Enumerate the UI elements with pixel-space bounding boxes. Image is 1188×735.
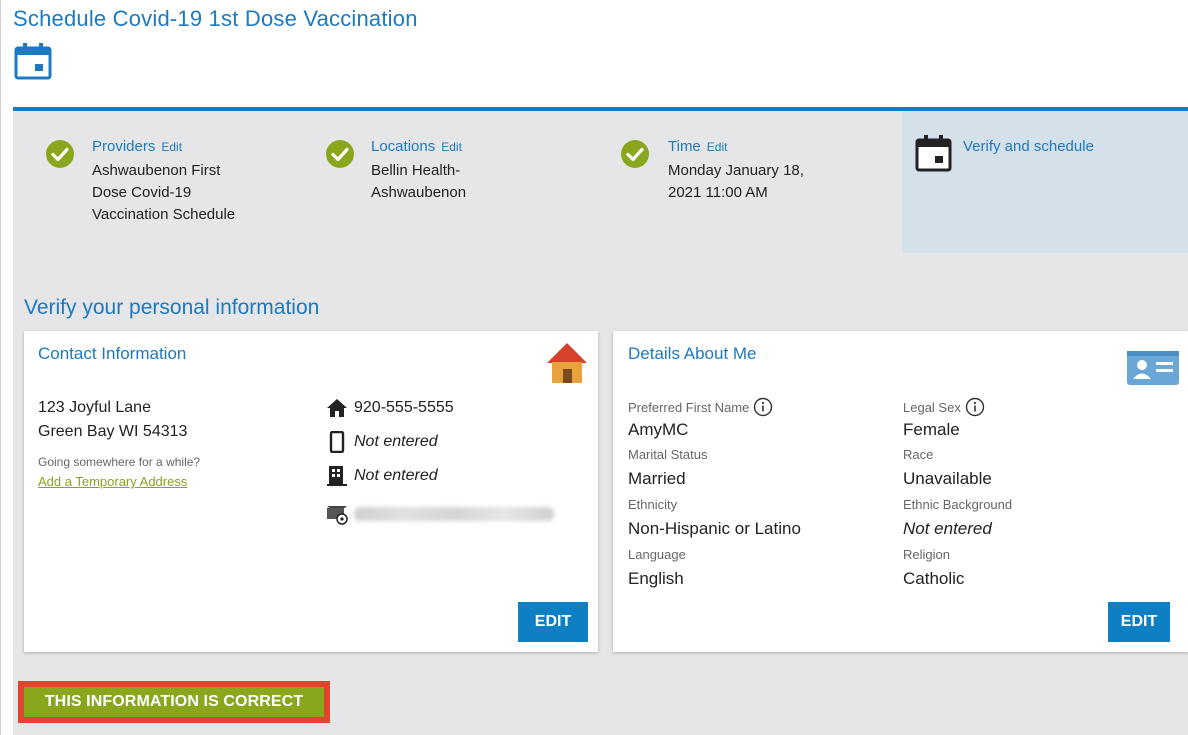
mobile-phone-row: Not entered xyxy=(326,431,438,453)
mobile-phone-icon xyxy=(329,431,345,453)
religion: Catholic xyxy=(903,569,965,588)
legal-sex-label: Legal Sex xyxy=(903,397,985,417)
checkmark-circle-icon xyxy=(621,140,649,168)
marital-status: Married xyxy=(628,469,686,488)
legal-sex: Female xyxy=(903,420,960,439)
email-redacted xyxy=(354,507,554,521)
preferred-first-name-label: Preferred First Name xyxy=(628,397,773,417)
race-label: Race xyxy=(903,447,934,462)
step-value: Ashwaubenon First Dose Covid-19 Vaccinat… xyxy=(92,160,235,226)
step-value: Bellin Health- Ashwaubenon xyxy=(371,160,466,204)
house-icon xyxy=(547,343,587,383)
home-icon xyxy=(327,399,347,417)
field-label-text: Preferred First Name xyxy=(628,399,750,415)
page-title: Schedule Covid-19 1st Dose Vaccination xyxy=(13,6,418,31)
ethnicity-label: Ethnicity xyxy=(628,497,678,512)
confirm-highlight: THIS INFORMATION IS CORRECT xyxy=(18,681,330,723)
step-value-line: Dose Covid-19 xyxy=(92,184,192,201)
step-locations: Locations Edit Bellin Health- Ashwaubenon xyxy=(293,111,588,253)
step-value-line: 2021 11:00 AM xyxy=(668,184,768,201)
home-phone-row: 920-555-5555 xyxy=(326,397,454,419)
info-circle-icon[interactable] xyxy=(965,397,985,417)
progress-steps: Providers Edit Ashwaubenon First Dose Cov… xyxy=(13,111,1188,253)
details-about-me-card: Details About Me Preferred First Name Am… xyxy=(613,331,1188,652)
edit-contact-button[interactable]: EDIT xyxy=(518,602,588,642)
email-row xyxy=(326,503,554,525)
step-providers: Providers Edit Ashwaubenon First Dose Cov… xyxy=(13,111,293,253)
ethnic-background: Not entered xyxy=(903,519,992,538)
step-edit-link[interactable]: Edit xyxy=(441,140,462,154)
step-header: Time Edit xyxy=(668,138,727,156)
address-line: 123 Joyful Lane xyxy=(38,399,151,416)
step-value: Monday January 18, 2021 11:00 AM xyxy=(668,160,804,204)
temporary-address-prompt: Going somewhere for a while? xyxy=(38,455,201,469)
ethnic-background-label: Ethnic Background xyxy=(903,497,1013,512)
step-value-line: Bellin Health- xyxy=(371,162,461,179)
marital-status-label: Marital Status xyxy=(628,447,708,462)
step-edit-link[interactable]: Edit xyxy=(707,140,728,154)
work-phone: Not entered xyxy=(354,467,438,484)
email-icon xyxy=(327,506,348,525)
step-header: Locations Edit xyxy=(371,138,462,156)
checkmark-circle-icon xyxy=(46,140,74,168)
step-label: Providers xyxy=(92,138,156,155)
office-building-icon xyxy=(327,466,347,486)
field-label-text: Legal Sex xyxy=(903,399,961,415)
calendar-icon xyxy=(915,135,952,172)
card-title: Contact Information xyxy=(38,344,187,363)
step-header: Providers Edit xyxy=(92,138,182,156)
language-label: Language xyxy=(628,547,686,562)
work-phone-row: Not entered xyxy=(326,465,438,487)
calendar-icon xyxy=(14,43,52,80)
step-label: Verify and schedule xyxy=(963,138,1094,155)
left-border xyxy=(0,0,6,735)
info-circle-icon[interactable] xyxy=(753,397,773,417)
section-title: Verify your personal information xyxy=(24,296,320,319)
step-value-line: Ashwaubenon First xyxy=(92,162,221,179)
contact-information-card: Contact Information 123 Joyful Lane Gree… xyxy=(24,331,598,652)
ethnicity: Non-Hispanic or Latino xyxy=(628,519,801,538)
step-value-line: Vaccination Schedule xyxy=(92,206,236,223)
card-title: Details About Me xyxy=(628,344,757,363)
mobile-phone: Not entered xyxy=(354,433,438,450)
step-edit-link[interactable]: Edit xyxy=(161,140,182,154)
address-line: Green Bay WI 54313 xyxy=(38,423,188,440)
step-verify-and-schedule: Verify and schedule xyxy=(902,111,1188,253)
religion-label: Religion xyxy=(903,547,950,562)
step-value-line: Ashwaubenon xyxy=(371,184,467,201)
information-correct-button[interactable]: THIS INFORMATION IS CORRECT xyxy=(24,687,324,717)
step-label: Locations xyxy=(371,138,436,155)
home-phone: 920-555-5555 xyxy=(354,399,454,416)
address: 123 Joyful Lane Green Bay WI 54313 xyxy=(38,396,187,444)
race: Unavailable xyxy=(903,469,992,488)
preferred-first-name: AmyMC xyxy=(628,420,689,439)
language: English xyxy=(628,569,684,588)
add-temporary-address-link[interactable]: Add a Temporary Address xyxy=(38,474,187,489)
id-card-icon xyxy=(1127,351,1179,385)
step-label: Time xyxy=(668,138,701,155)
step-time: Time Edit Monday January 18, 2021 11:00 A… xyxy=(588,111,902,253)
checkmark-circle-icon xyxy=(326,140,354,168)
edit-details-button[interactable]: EDIT xyxy=(1108,602,1170,642)
step-value-line: Monday January 18, xyxy=(668,162,804,179)
